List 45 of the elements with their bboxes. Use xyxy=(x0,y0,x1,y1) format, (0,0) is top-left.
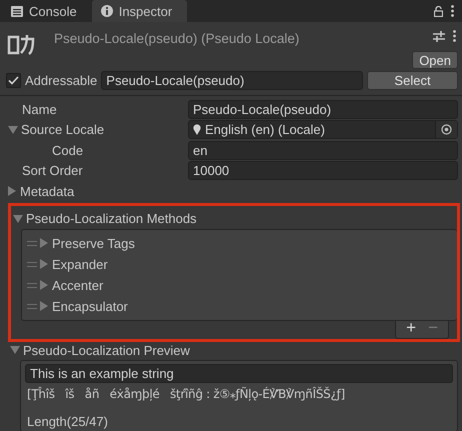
section-label: Pseudo-Localization Preview xyxy=(23,342,190,358)
tab[interactable]: Inspector xyxy=(92,0,188,22)
pin-icon xyxy=(193,124,201,136)
checkbox-label: Addressable xyxy=(25,73,98,88)
list-item[interactable]: Accenter xyxy=(52,278,104,292)
drag-handle-icon[interactable] xyxy=(27,304,37,308)
open-button[interactable]: Open xyxy=(412,51,458,69)
property-field[interactable]: Pseudo-Locale(pseudo) xyxy=(188,100,458,119)
preview-input-field[interactable]: This is an example string xyxy=(25,364,453,382)
select-button[interactable]: Select xyxy=(367,71,458,90)
add-button[interactable]: + xyxy=(406,320,416,336)
asset-title: Pseudo-Locale(pseudo) (Pseudo Locale) xyxy=(53,30,300,48)
more-menu-icon[interactable] xyxy=(453,30,456,42)
list-item[interactable]: Preserve Tags xyxy=(52,236,135,250)
property-label: Code xyxy=(52,142,84,158)
tab[interactable]: Console xyxy=(2,0,92,22)
info-icon xyxy=(100,5,113,17)
target-picker-icon[interactable] xyxy=(441,124,452,136)
list-icon xyxy=(11,6,23,16)
property-field[interactable]: en xyxy=(188,140,458,160)
object-field[interactable]: English (en) (Locale) xyxy=(188,120,458,140)
address-field[interactable]: Pseudo-Locale(pseudo) xyxy=(101,71,363,90)
length-label: Length(25/47) xyxy=(26,414,109,428)
checkbox[interactable] xyxy=(6,73,21,88)
lock-icon[interactable] xyxy=(434,6,443,16)
drag-handle-icon[interactable] xyxy=(27,282,37,288)
drag-handle-icon[interactable] xyxy=(27,262,37,266)
property-field[interactable]: 10000 xyxy=(188,161,458,180)
property-label: Source Locale xyxy=(21,122,104,138)
section-label: Pseudo-Localization Methods xyxy=(26,211,197,226)
property-label: Sort Order xyxy=(22,163,83,178)
pseudo-output-text: [Ţĥîš îš åñ éẋåɱþļé šţŕîñĝ : ž⑤⁎ƒÑļǫ-É℣Ɓ℣ɱñÎŠŠ¿ƒ] xyxy=(26,386,346,402)
expand-arrow-icon[interactable] xyxy=(40,301,48,311)
list-item[interactable]: Encapsulator xyxy=(52,298,128,314)
drag-handle-icon[interactable] xyxy=(27,240,37,246)
settings-sliders-icon[interactable] xyxy=(433,30,445,42)
property-label: Name xyxy=(22,102,57,117)
list-item[interactable]: Expander xyxy=(52,256,108,272)
expand-arrow-icon[interactable] xyxy=(8,186,16,196)
property-label: Metadata xyxy=(20,184,74,199)
more-menu-icon[interactable] xyxy=(451,5,454,17)
expand-arrow-icon[interactable] xyxy=(40,259,48,269)
expand-arrow-icon[interactable] xyxy=(40,238,48,248)
collapse-arrow-icon[interactable] xyxy=(8,126,18,134)
expand-arrow-icon[interactable] xyxy=(40,280,48,290)
